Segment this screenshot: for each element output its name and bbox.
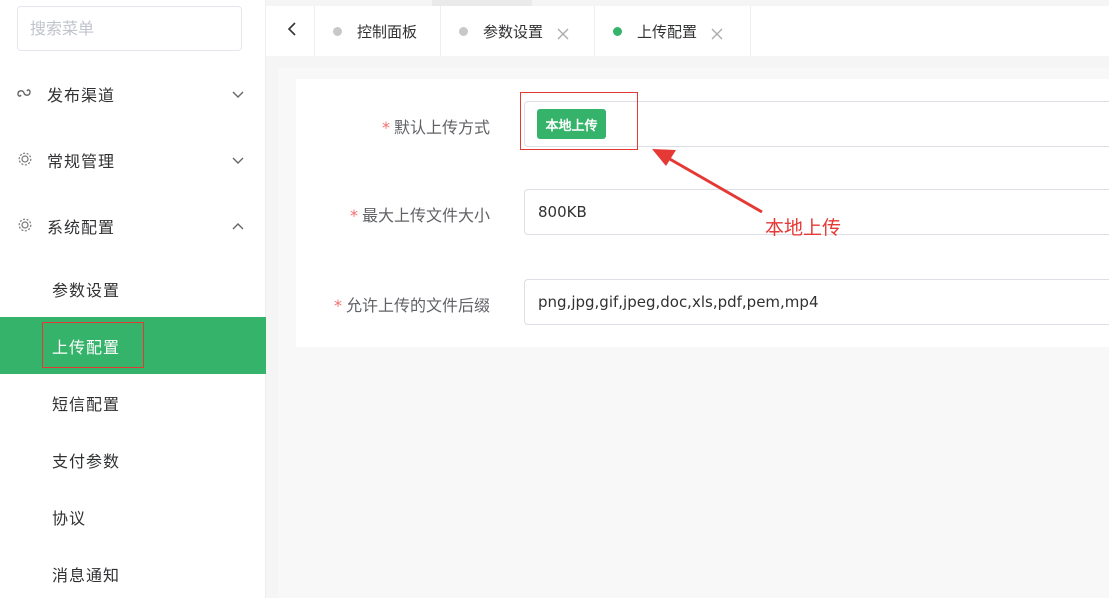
chevron-down-icon [230, 86, 246, 102]
allowed-ext-input[interactable]: png,jpg,gif,jpeg,doc,xls,pdf,pem,mp4 [524, 279, 1109, 325]
required-mark: * [333, 296, 342, 315]
tab-label: 控制面板 [357, 22, 418, 41]
tab-label: 上传配置 [637, 22, 698, 41]
sidebar-item-agreement[interactable]: 协议 [0, 488, 266, 545]
annotation-highlight-box [520, 92, 638, 150]
menu-group-label: 发布渠道 [47, 86, 116, 105]
menu-group-label: 常规管理 [47, 152, 116, 171]
menu-group-label: 系统配置 [47, 218, 116, 237]
sidebar-item-sms-config[interactable]: 短信配置 [0, 374, 266, 431]
max-size-value: 800KB [538, 203, 587, 221]
label-text: 最大上传文件大小 [361, 206, 490, 225]
tab-dashboard[interactable]: 控制面板 [315, 6, 441, 56]
menu-group-system-config[interactable]: 系统配置 [0, 201, 266, 251]
gear-icon [17, 217, 35, 235]
menu-group-general-management[interactable]: 常规管理 [0, 135, 266, 185]
label-text: 允许上传的文件后缀 [345, 296, 490, 315]
tab-bar: 控制面板 参数设置 上传配置 [266, 6, 1109, 56]
sidebar: 发布渠道 常规管理 系统配置 参数设置 上传配置 短信配置 支付参数 协议 [0, 0, 266, 598]
sidebar-item-param-settings[interactable]: 参数设置 [0, 260, 266, 317]
tab-back-button[interactable] [270, 6, 315, 56]
search-input[interactable] [30, 7, 241, 50]
max-size-label: * 最大上传文件大小 [300, 202, 490, 226]
tab-upload-config[interactable]: 上传配置 [595, 6, 751, 56]
gear-icon [17, 151, 35, 169]
default-upload-label: * 默认上传方式 [300, 114, 490, 138]
sidebar-item-payment-params[interactable]: 支付参数 [0, 431, 266, 488]
annotation-text: 本地上传 [765, 217, 842, 239]
tab-status-dot [459, 26, 468, 36]
search-menu-box[interactable] [17, 6, 242, 51]
required-mark: * [349, 206, 358, 225]
sidebar-item-label: 消息通知 [52, 565, 121, 585]
required-mark: * [381, 118, 390, 137]
close-icon[interactable] [711, 25, 723, 40]
allowed-ext-label: * 允许上传的文件后缀 [300, 292, 490, 316]
chevron-up-icon [230, 218, 246, 234]
close-icon[interactable] [557, 25, 569, 40]
tab-status-dot [333, 26, 342, 36]
allowed-ext-value: png,jpg,gif,jpeg,doc,xls,pdf,pem,mp4 [538, 293, 819, 311]
label-text: 默认上传方式 [393, 118, 490, 137]
sidebar-item-notifications[interactable]: 消息通知 [0, 545, 266, 598]
chevron-down-icon [230, 152, 246, 168]
sidebar-item-label: 支付参数 [52, 451, 121, 471]
annotation-highlight-box [42, 322, 144, 368]
annotation-arrow-icon [652, 149, 763, 214]
link-icon [17, 85, 35, 103]
tab-status-dot [613, 26, 622, 36]
menu-group-publish-channel[interactable]: 发布渠道 [0, 69, 266, 119]
tab-label: 参数设置 [483, 22, 544, 41]
sidebar-item-label: 参数设置 [52, 280, 121, 300]
sidebar-item-label: 短信配置 [52, 394, 121, 414]
sidebar-item-label: 协议 [52, 508, 87, 528]
chevron-left-icon [285, 21, 299, 41]
tab-param-settings[interactable]: 参数设置 [441, 6, 595, 56]
